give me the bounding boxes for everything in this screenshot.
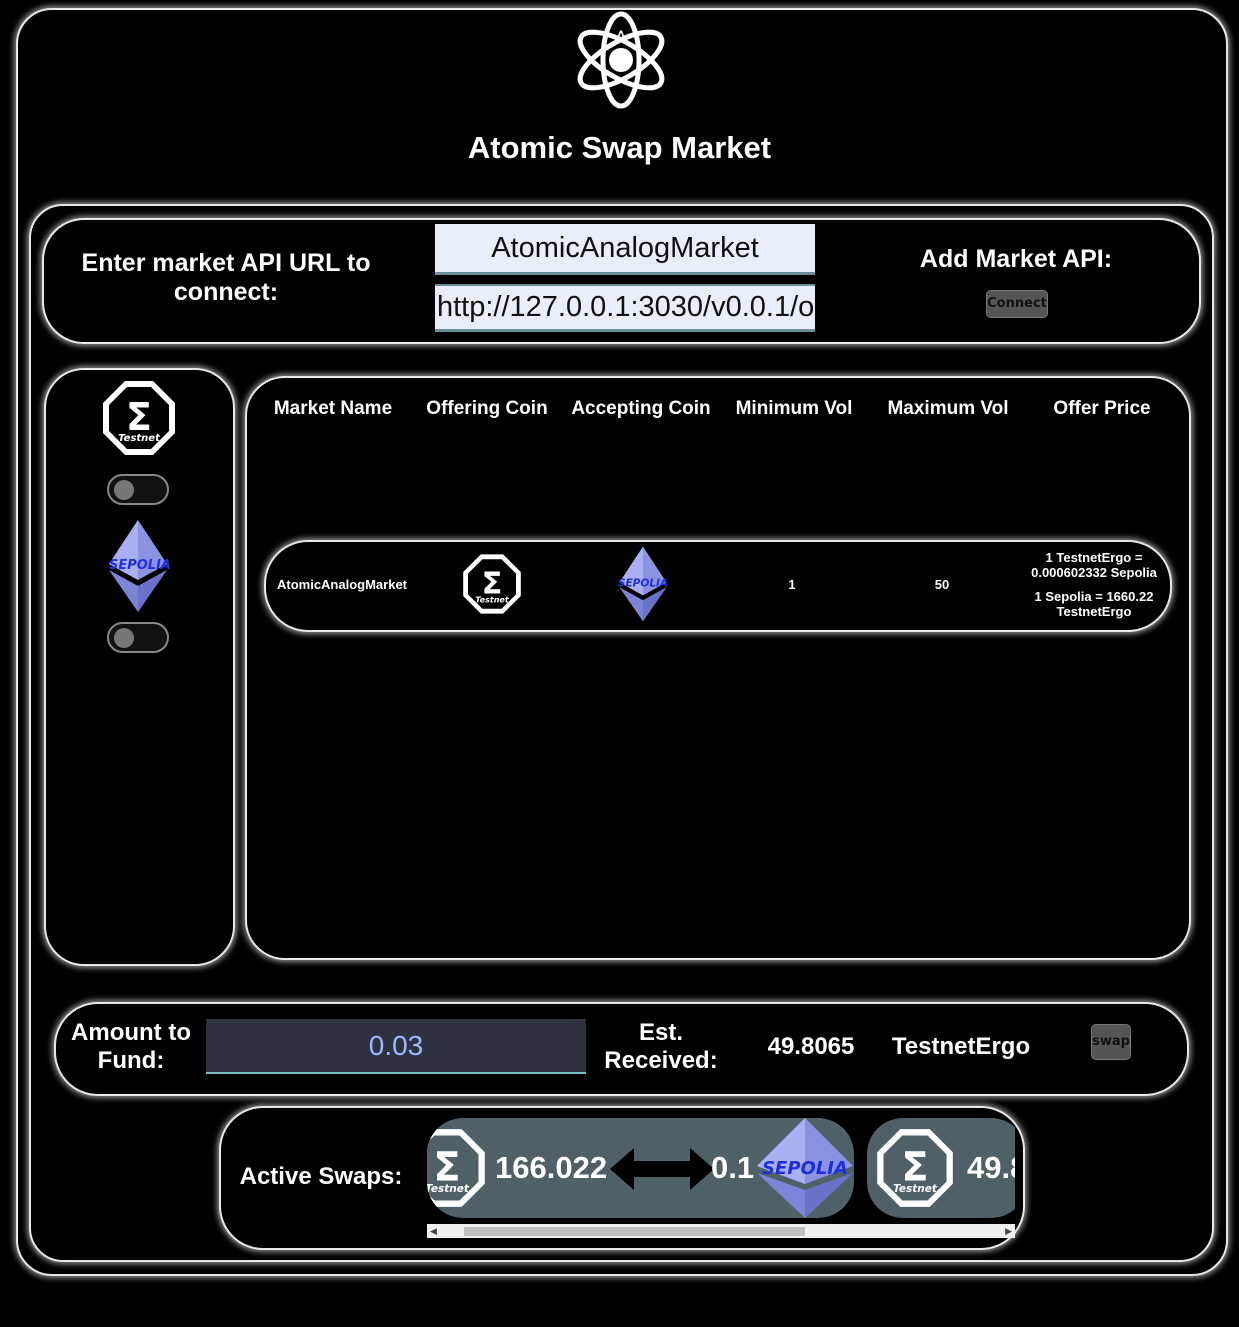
active-swaps-label: Active Swaps: — [239, 1163, 403, 1190]
sepolia-eth-icon: SEPOLIA — [618, 546, 668, 622]
column-header: Market Name — [273, 398, 393, 419]
connect-button[interactable]: Connect — [986, 290, 1048, 318]
swap-button[interactable]: swap — [1091, 1024, 1131, 1060]
column-header: Maximum Vol — [887, 398, 1009, 419]
amount-input[interactable] — [206, 1019, 586, 1074]
price-line: 1 Sepolia = 1660.22 TestnetErgo — [1034, 589, 1154, 619]
scroll-right-icon[interactable]: ▶ — [1005, 1226, 1012, 1237]
sepolia-eth-icon[interactable]: SEPOLIA — [105, 518, 171, 614]
amount-label: Amount to Fund: — [71, 1019, 191, 1074]
swap-from-amount: 166.022 — [495, 1150, 608, 1185]
swap-card[interactable]: Σ Testnet 166.022 0.1 SEPOLIA — [427, 1118, 854, 1218]
offers-table — [245, 376, 1191, 960]
cell-min-vol: 1 — [788, 577, 796, 592]
svg-text:Testnet: Testnet — [427, 1183, 470, 1195]
logo-letter: A — [615, 28, 627, 48]
cell-market-name: AtomicAnalogMarket — [276, 577, 408, 592]
ergo-testnet-icon[interactable]: Σ Testnet — [99, 378, 179, 458]
column-header: Offer Price — [1053, 398, 1151, 419]
connect-prompt: Enter market API URL to connect: — [81, 249, 371, 306]
scrollbar-thumb[interactable] — [464, 1227, 805, 1236]
ergo-toggle[interactable] — [107, 474, 169, 505]
est-received-coin: TestnetErgo — [891, 1033, 1031, 1060]
atom-logo-icon: A — [577, 11, 665, 109]
page-title: Atomic Swap Market — [467, 130, 772, 165]
column-header: Minimum Vol — [735, 398, 853, 419]
svg-text:SEPOLIA: SEPOLIA — [618, 577, 668, 589]
column-header: Accepting Coin — [571, 398, 711, 419]
cell-max-vol: 50 — [934, 577, 950, 592]
double-arrow-icon — [610, 1148, 714, 1190]
column-header: Offering Coin — [426, 398, 548, 419]
svg-text:Testnet: Testnet — [118, 433, 161, 444]
svg-text:SEPOLIA: SEPOLIA — [762, 1158, 848, 1179]
est-received-label: Est. Received: — [604, 1019, 718, 1074]
market-name-input[interactable] — [435, 224, 815, 275]
ergo-testnet-icon: Σ Testnet — [877, 1129, 953, 1207]
ergo-testnet-icon: Σ Testnet — [463, 554, 521, 614]
toggle-knob — [114, 480, 134, 500]
cell-offer-price: 1 TestnetErgo = 0.000602332 Sepolia 1 Se… — [1020, 550, 1168, 619]
svg-text:Testnet: Testnet — [475, 595, 510, 604]
swap-to-amount: 0.1 — [711, 1150, 755, 1185]
scroll-left-icon[interactable]: ◀ — [430, 1226, 437, 1237]
horizontal-scrollbar[interactable]: ◀ ▶ — [427, 1224, 1015, 1238]
sepolia-eth-icon: SEPOLIA — [757, 1118, 853, 1218]
svg-text:Testnet: Testnet — [893, 1183, 938, 1195]
sepolia-toggle[interactable] — [107, 622, 169, 653]
market-url-input[interactable] — [435, 284, 815, 332]
add-market-label: Add Market API: — [919, 245, 1113, 273]
swap-from-amount: 49.8 — [967, 1150, 1015, 1185]
ergo-testnet-icon: Σ Testnet — [427, 1129, 485, 1207]
svg-text:SEPOLIA: SEPOLIA — [109, 558, 171, 573]
active-swaps-scroller[interactable]: Σ Testnet 166.022 0.1 SEPOLIA Σ Testnet … — [427, 1118, 1015, 1218]
toggle-knob — [114, 628, 134, 648]
price-line: 1 TestnetErgo = 0.000602332 Sepolia — [1031, 550, 1157, 580]
est-received-value: 49.8065 — [767, 1033, 855, 1060]
swap-card[interactable]: Σ Testnet 49.8 — [867, 1118, 1015, 1218]
